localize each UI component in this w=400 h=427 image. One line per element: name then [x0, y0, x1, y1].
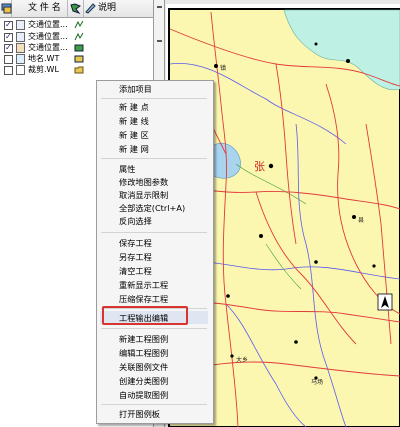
line-file-icon [16, 65, 25, 75]
folder-icon [74, 66, 84, 74]
menu-item-new-point[interactable]: 新 建 点 [119, 101, 149, 113]
point-symbol-icon [74, 55, 84, 63]
header-symbol-cell[interactable] [68, 0, 84, 17]
layers-icon [1, 3, 12, 14]
menu-separator [101, 232, 207, 233]
point-file-icon [16, 54, 25, 64]
layer-row[interactable]: 交通位置... [0, 19, 153, 31]
menu-item-add-item[interactable]: 添加项目 [119, 83, 152, 95]
menu-item-new-project-legend[interactable]: 新建工程图例 [119, 333, 168, 345]
menu-item-save-project[interactable]: 保存工程 [119, 237, 152, 249]
header-description[interactable]: 说明 [84, 0, 153, 17]
line-file-icon [16, 20, 25, 30]
menu-item-new-line[interactable]: 新 建 线 [119, 115, 149, 127]
highlight-annotation-box [102, 306, 188, 325]
menu-item-properties[interactable]: 属性 [119, 163, 135, 175]
layer-visible-checkbox[interactable] [4, 66, 13, 75]
menu-item-compress-save-project[interactable]: 压缩保存工程 [119, 293, 168, 305]
header-layer-icon-cell[interactable] [0, 0, 12, 17]
menu-item-save-project-as[interactable]: 另存工程 [119, 251, 152, 263]
menu-item-new-network[interactable]: 新 建 网 [119, 143, 149, 155]
menu-separator [101, 98, 207, 99]
menu-item-new-area[interactable]: 新 建 区 [119, 129, 149, 141]
menu-item-create-category-legend[interactable]: 创建分类图例 [119, 375, 168, 387]
edit-icon [85, 3, 96, 14]
map-label: 张 [254, 160, 265, 173]
layer-visible-checkbox[interactable] [4, 19, 13, 31]
layer-visible-checkbox[interactable] [4, 31, 13, 43]
menu-item-edit-map-params[interactable]: 修改地图参数 [119, 176, 168, 188]
map-label: 大乡 [236, 356, 248, 364]
menu-separator [101, 404, 207, 405]
menu-item-cancel-display-limit[interactable]: 取消显示限制 [119, 189, 168, 201]
line-symbol-icon [74, 20, 84, 29]
menu-item-select-all[interactable]: 全部选定(Ctrl+A) [119, 202, 185, 214]
layer-row[interactable]: 裁剪.WL [0, 64, 153, 76]
context-menu: 添加项目 新 建 点 新 建 线 新 建 区 新 建 网 属性 修改地图参数 取… [96, 80, 214, 424]
layer-name: 裁剪.WL [28, 65, 59, 74]
area-symbol-icon [74, 44, 84, 52]
line-symbol-icon [74, 32, 84, 41]
area-file-icon [16, 43, 25, 53]
map-label: 马场 [311, 378, 323, 386]
line-file-icon [16, 32, 25, 42]
menu-item-invert-selection[interactable]: 反向选择 [119, 215, 152, 227]
header-filename[interactable]: 文 件 名 [12, 0, 68, 17]
header-description-label: 说明 [98, 3, 117, 13]
layer-visible-checkbox[interactable] [4, 42, 13, 54]
symbol-icon [70, 3, 81, 14]
menu-item-auto-extract-legend[interactable]: 自动提取图例 [119, 389, 168, 401]
menu-item-open-legend-board[interactable]: 打开图例板 [119, 408, 160, 420]
menu-item-edit-project-legend[interactable]: 编辑工程图例 [119, 347, 168, 359]
menu-item-link-legend-file[interactable]: 关联图例文件 [119, 361, 168, 373]
menu-item-clear-project[interactable]: 清空工程 [119, 265, 152, 277]
layer-list-header: 文 件 名 说明 [0, 0, 153, 18]
menu-item-redisplay-project[interactable]: 重新显示工程 [119, 279, 168, 291]
menu-separator [101, 328, 207, 329]
layer-visible-checkbox[interactable] [4, 55, 13, 64]
layer-name: 交通位置... [28, 20, 68, 29]
north-arrow-icon [377, 293, 393, 311]
map-label: 镇 [220, 64, 226, 72]
menu-separator [101, 158, 207, 159]
map-label: 县 [358, 217, 364, 224]
